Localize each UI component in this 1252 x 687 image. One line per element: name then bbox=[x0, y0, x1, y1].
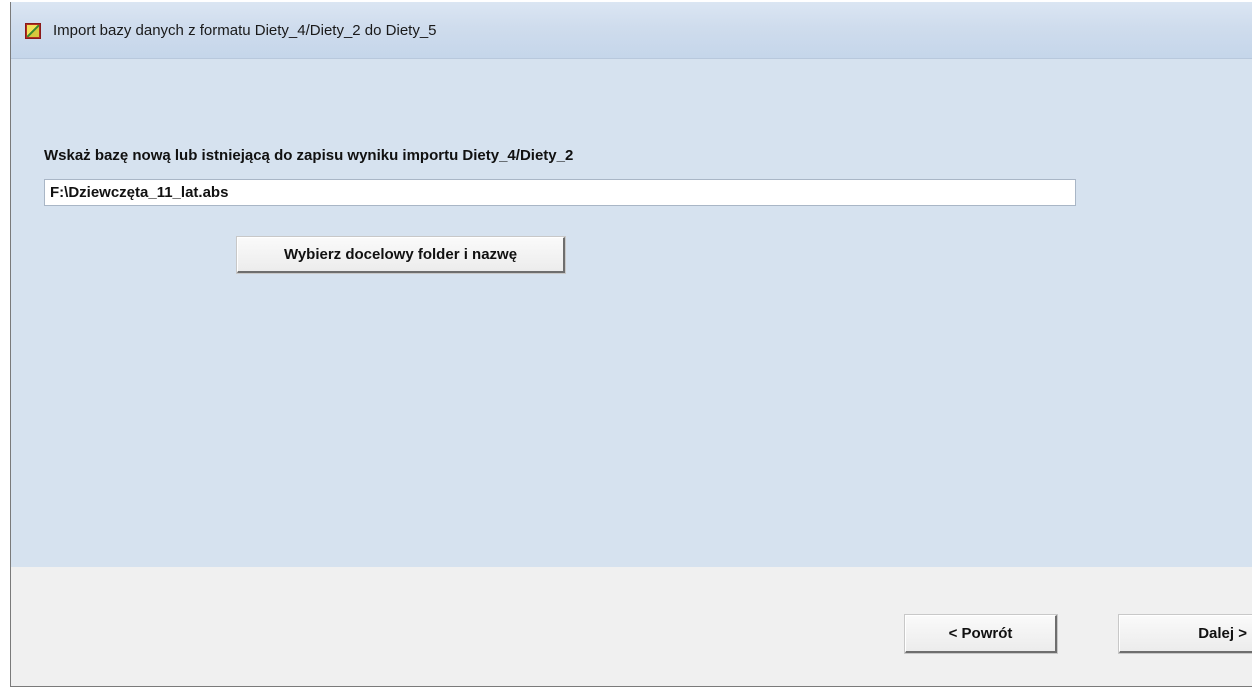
import-dialog-window: Import bazy danych z formatu Diety_4/Die… bbox=[10, 2, 1252, 687]
next-button[interactable]: Dalej > bbox=[1119, 615, 1252, 653]
navigation-footer: < Powrót Dalej > bbox=[11, 567, 1252, 686]
back-button[interactable]: < Powrót bbox=[905, 615, 1057, 653]
app-icon bbox=[25, 23, 41, 39]
target-database-label: Wskaż bazę nową lub istniejącą do zapisu… bbox=[44, 147, 574, 164]
main-panel: Wskaż bazę nową lub istniejącą do zapisu… bbox=[11, 59, 1252, 567]
target-path-input[interactable] bbox=[44, 179, 1076, 206]
choose-target-folder-button[interactable]: Wybierz docelowy folder i nazwę bbox=[237, 237, 565, 273]
title-bar[interactable]: Import bazy danych z formatu Diety_4/Die… bbox=[11, 2, 1252, 59]
window-title: Import bazy danych z formatu Diety_4/Die… bbox=[53, 22, 437, 39]
